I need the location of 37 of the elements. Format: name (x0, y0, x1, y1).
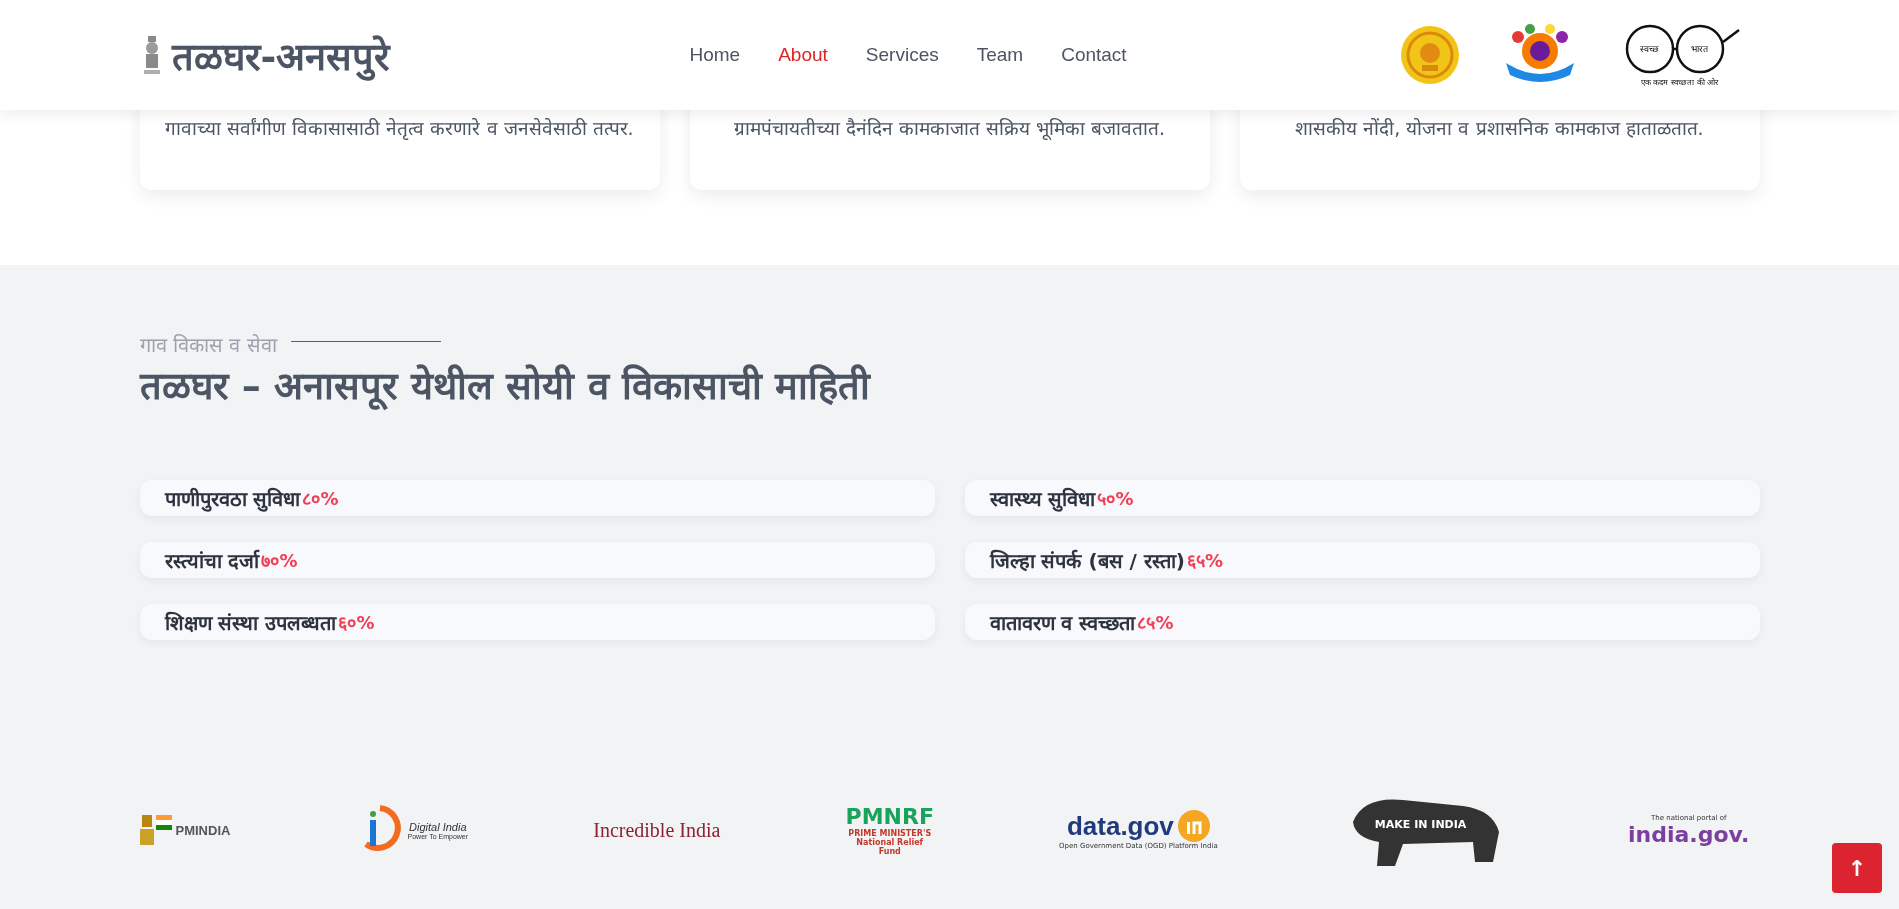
partner-logo-text[interactable]: PMINDIA (175, 822, 231, 838)
facility-percent: ८०% (302, 487, 339, 510)
nav-link[interactable]: About (778, 44, 828, 66)
logo-text: स्वच्छ (1639, 42, 1660, 56)
seal-logo (1399, 25, 1460, 85)
partner-logo-text[interactable]: data.gov (1066, 810, 1174, 842)
facility-label: रस्त्यांचा दर्जा (164, 547, 260, 574)
facility-percent: ८५% (1137, 611, 1174, 634)
facility-label: वातावरण व स्वच्छता (989, 609, 1136, 636)
partner-logo-text[interactable]: MAKE IN INDIA (1374, 818, 1467, 831)
logo-text: भारत (1690, 42, 1709, 56)
partner-logo-text[interactable]: india.gov. (1628, 821, 1750, 847)
logo-caption: एक कदम स्वच्छता की ओर (1640, 76, 1719, 87)
partner-logo-text[interactable]: Incredible India (593, 818, 721, 842)
facility-percent: ६५% (1186, 549, 1223, 572)
facility-label: स्वास्थ्य सुविधा (989, 485, 1096, 512)
site-title[interactable]: तळघर-अनसपुरे (171, 29, 391, 81)
facility-percent: ५०% (1097, 487, 1134, 510)
nav-link[interactable]: Team (976, 44, 1024, 66)
facility-percent: ७०% (261, 549, 298, 572)
section-subtitle: गाव विकास व सेवा (139, 332, 277, 358)
facility-percent: ६०% (338, 611, 375, 634)
partner-tagline: PRIME MINISTER'S National Relief Fund (847, 829, 933, 856)
section-title: तळघर – अनासपूर येथील सोयी व विकासाची माहिती (139, 363, 872, 410)
card-text: ग्रामपंचायतीच्या दैनंदिन कामकाजात सक्रिय भूमिका बजावतात. (733, 116, 1166, 141)
back-to-top-button[interactable]: ↑ (1832, 843, 1882, 893)
nav-link[interactable]: Home (689, 44, 741, 66)
facility-label: शिक्षण संस्था उपलब्धता (164, 609, 337, 636)
nav-link[interactable]: Services (865, 44, 939, 66)
partner-logo-text[interactable]: Digital India (409, 820, 467, 833)
emblem-flag-icon (139, 815, 172, 845)
in-circle-icon (1177, 810, 1210, 842)
nav-link[interactable]: Contact (1061, 44, 1127, 66)
facility-label: जिल्हा संपर्क (बस / रस्ता) (989, 547, 1185, 574)
card-text: शासकीय नोंदी, योजना व प्रशासनिक कामकाज हाताळतात. (1295, 116, 1704, 141)
facility-label: पाणीपुरवठा सुविधा (164, 485, 301, 512)
card-text: गावाच्या सर्वांगीण विकासासाठी नेतृत्व करणारे व जनसेवेसाठी तत्पर. (165, 116, 634, 141)
